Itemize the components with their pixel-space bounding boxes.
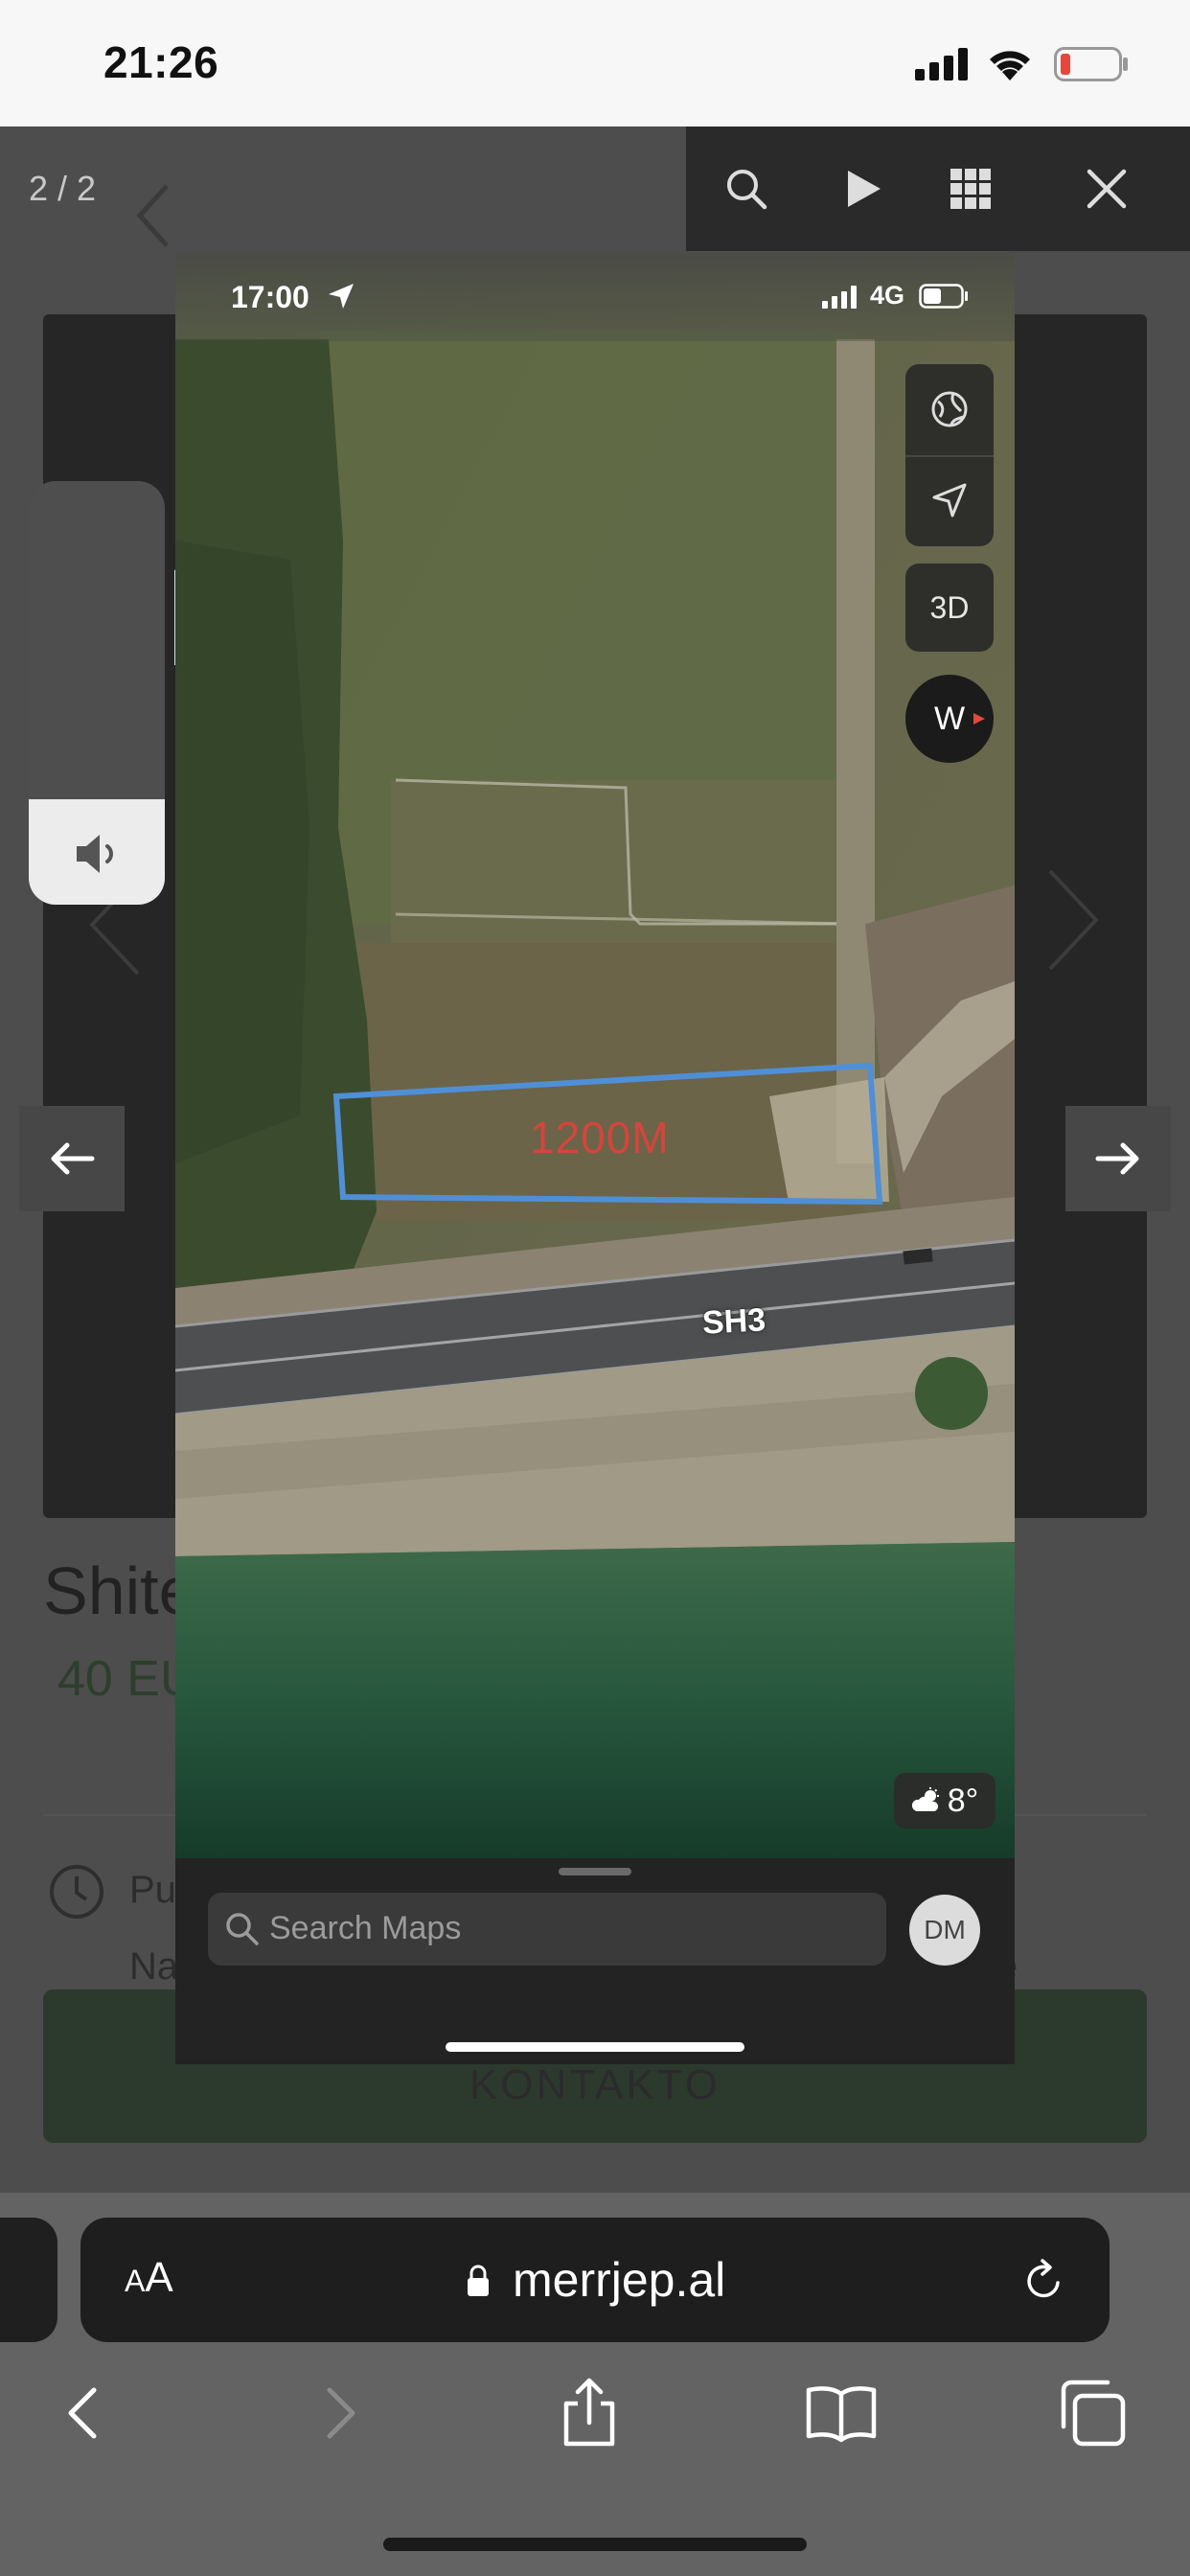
- search-maps-field[interactable]: Search Maps: [208, 1893, 886, 1966]
- url-text[interactable]: merrjep.al: [513, 2252, 725, 2308]
- network-type: 4G: [870, 281, 905, 310]
- maps-search-panel: Search Maps DM: [175, 1858, 1015, 2064]
- road-label: SH3: [701, 1301, 767, 1342]
- cellular-signal-icon: [915, 48, 968, 80]
- image-counter: 2 / 2: [29, 169, 97, 208]
- divider: [905, 455, 994, 457]
- cellular-signal-icon: [822, 286, 857, 309]
- volume-slider[interactable]: [29, 481, 165, 905]
- search-icon[interactable]: [713, 155, 780, 222]
- weather-badge: 8°: [894, 1773, 995, 1828]
- compass-button[interactable]: W: [905, 675, 994, 763]
- clock-icon: [50, 1865, 103, 1919]
- weather-temperature: 8°: [947, 1782, 979, 1819]
- status-bar: 21:26: [0, 0, 1190, 126]
- gallery-next-chevron-icon: [1048, 869, 1099, 971]
- search-icon: [226, 1913, 259, 1945]
- compass-needle-icon: [973, 713, 985, 724]
- reader-options-button[interactable]: AA: [125, 2254, 173, 2302]
- speaker-icon: [77, 835, 113, 873]
- listing-detail-row: Pu: [129, 1869, 176, 1911]
- embedded-status-time: 17:00: [231, 280, 309, 314]
- lock-icon: [468, 2265, 489, 2296]
- listing-image: 17:00 4G 3D W 1200M SH3 8° Search Maps D…: [175, 253, 1015, 2064]
- back-icon[interactable]: [48, 2377, 121, 2450]
- tabs-icon[interactable]: [1056, 2377, 1129, 2450]
- listing-title: Shite: [43, 1553, 196, 1628]
- listing-detail-row: Na: [129, 1945, 179, 1988]
- globe-icon[interactable]: [930, 390, 969, 428]
- satellite-map: [175, 253, 1015, 1858]
- next-image-button[interactable]: [1065, 1106, 1171, 1211]
- location-arrow-icon: [329, 284, 354, 309]
- prev-image-button[interactable]: [19, 1106, 125, 1211]
- grid-icon[interactable]: [937, 155, 1004, 222]
- viewer-toolbar: [686, 126, 1190, 251]
- play-icon[interactable]: [830, 155, 897, 222]
- home-indicator: [383, 2538, 807, 2551]
- battery-icon: [1054, 47, 1128, 81]
- search-maps-placeholder: Search Maps: [269, 1910, 462, 1946]
- home-indicator: [446, 2042, 744, 2052]
- reload-icon[interactable]: [1019, 2257, 1067, 2305]
- partly-cloudy-icon: [911, 1787, 939, 1811]
- wifi-icon: [990, 51, 1030, 80]
- previous-tab-pill[interactable]: [0, 2218, 57, 2342]
- map-controls: [905, 364, 994, 546]
- location-arrow-icon[interactable]: [930, 481, 969, 519]
- close-icon[interactable]: [1073, 155, 1140, 222]
- back-chevron-icon: [136, 184, 169, 247]
- embedded-status-bar: 17:00 4G: [175, 253, 1015, 341]
- status-time: 21:26: [103, 37, 219, 87]
- forward-icon[interactable]: [303, 2377, 376, 2450]
- 3d-button[interactable]: 3D: [905, 564, 994, 652]
- sheet-grabber[interactable]: [559, 1868, 631, 1875]
- avatar[interactable]: DM: [909, 1895, 980, 1966]
- battery-icon: [919, 284, 968, 309]
- plot-size-label: 1200M: [530, 1113, 670, 1162]
- bookmarks-icon[interactable]: [805, 2377, 878, 2450]
- share-icon[interactable]: [553, 2377, 626, 2450]
